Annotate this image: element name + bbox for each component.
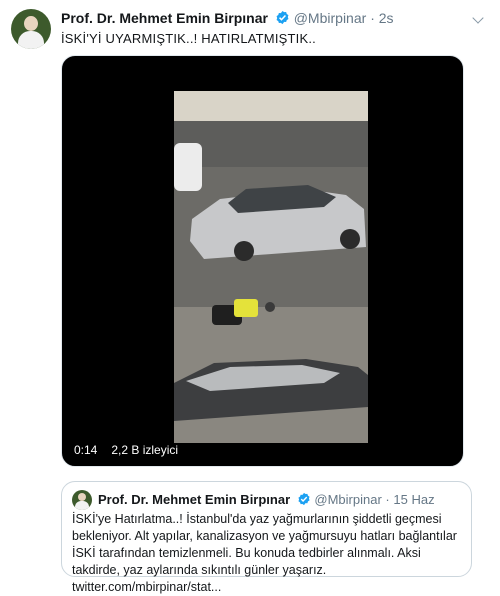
video-player[interactable]: 0:14 2,2 B izleyici <box>61 55 464 467</box>
avatar-body <box>18 31 44 49</box>
video-frame <box>174 91 368 443</box>
tweet-header: Prof. Dr. Mehmet Emin Birpınar @Mbirpina… <box>61 10 480 30</box>
tweet-text: İSKİ'Yİ UYARMIŞTIK..! HATIRLATMIŞTIK.. <box>61 31 316 46</box>
verified-badge-icon <box>297 492 311 509</box>
quoted-author-avatar <box>72 490 92 510</box>
avatar-body <box>75 501 89 510</box>
header-separator: · <box>370 10 375 26</box>
video-views: 2,2 B izleyici <box>111 443 179 457</box>
quoted-author-handle: @Mbirpinar <box>314 492 382 507</box>
video-scene <box>174 91 368 443</box>
quoted-tweet-header: Prof. Dr. Mehmet Emin Birpınar @Mbirpina… <box>98 492 435 509</box>
avatar-head <box>78 493 86 501</box>
quoted-author-name: Prof. Dr. Mehmet Emin Birpınar <box>98 492 291 507</box>
verified-badge-icon <box>275 10 290 28</box>
author-handle[interactable]: @Mbirpinar <box>294 10 367 26</box>
video-info-bar: 0:14 2,2 B izleyici <box>62 434 463 466</box>
quoted-tweet-text: İSKİ'ye Hatırlatma..! İstanbul'da yaz ya… <box>72 512 457 594</box>
quoted-header-separator: · <box>385 492 390 507</box>
quoted-tweet-time: 15 Haz <box>393 492 435 507</box>
avatar-head <box>24 16 38 31</box>
tweet-time[interactable]: 2s <box>379 10 394 26</box>
video-duration: 0:14 <box>74 443 98 457</box>
author-name[interactable]: Prof. Dr. Mehmet Emin Birpınar <box>61 10 268 26</box>
author-avatar[interactable] <box>11 9 51 49</box>
quoted-tweet[interactable]: Prof. Dr. Mehmet Emin Birpınar @Mbirpina… <box>61 481 472 594</box>
